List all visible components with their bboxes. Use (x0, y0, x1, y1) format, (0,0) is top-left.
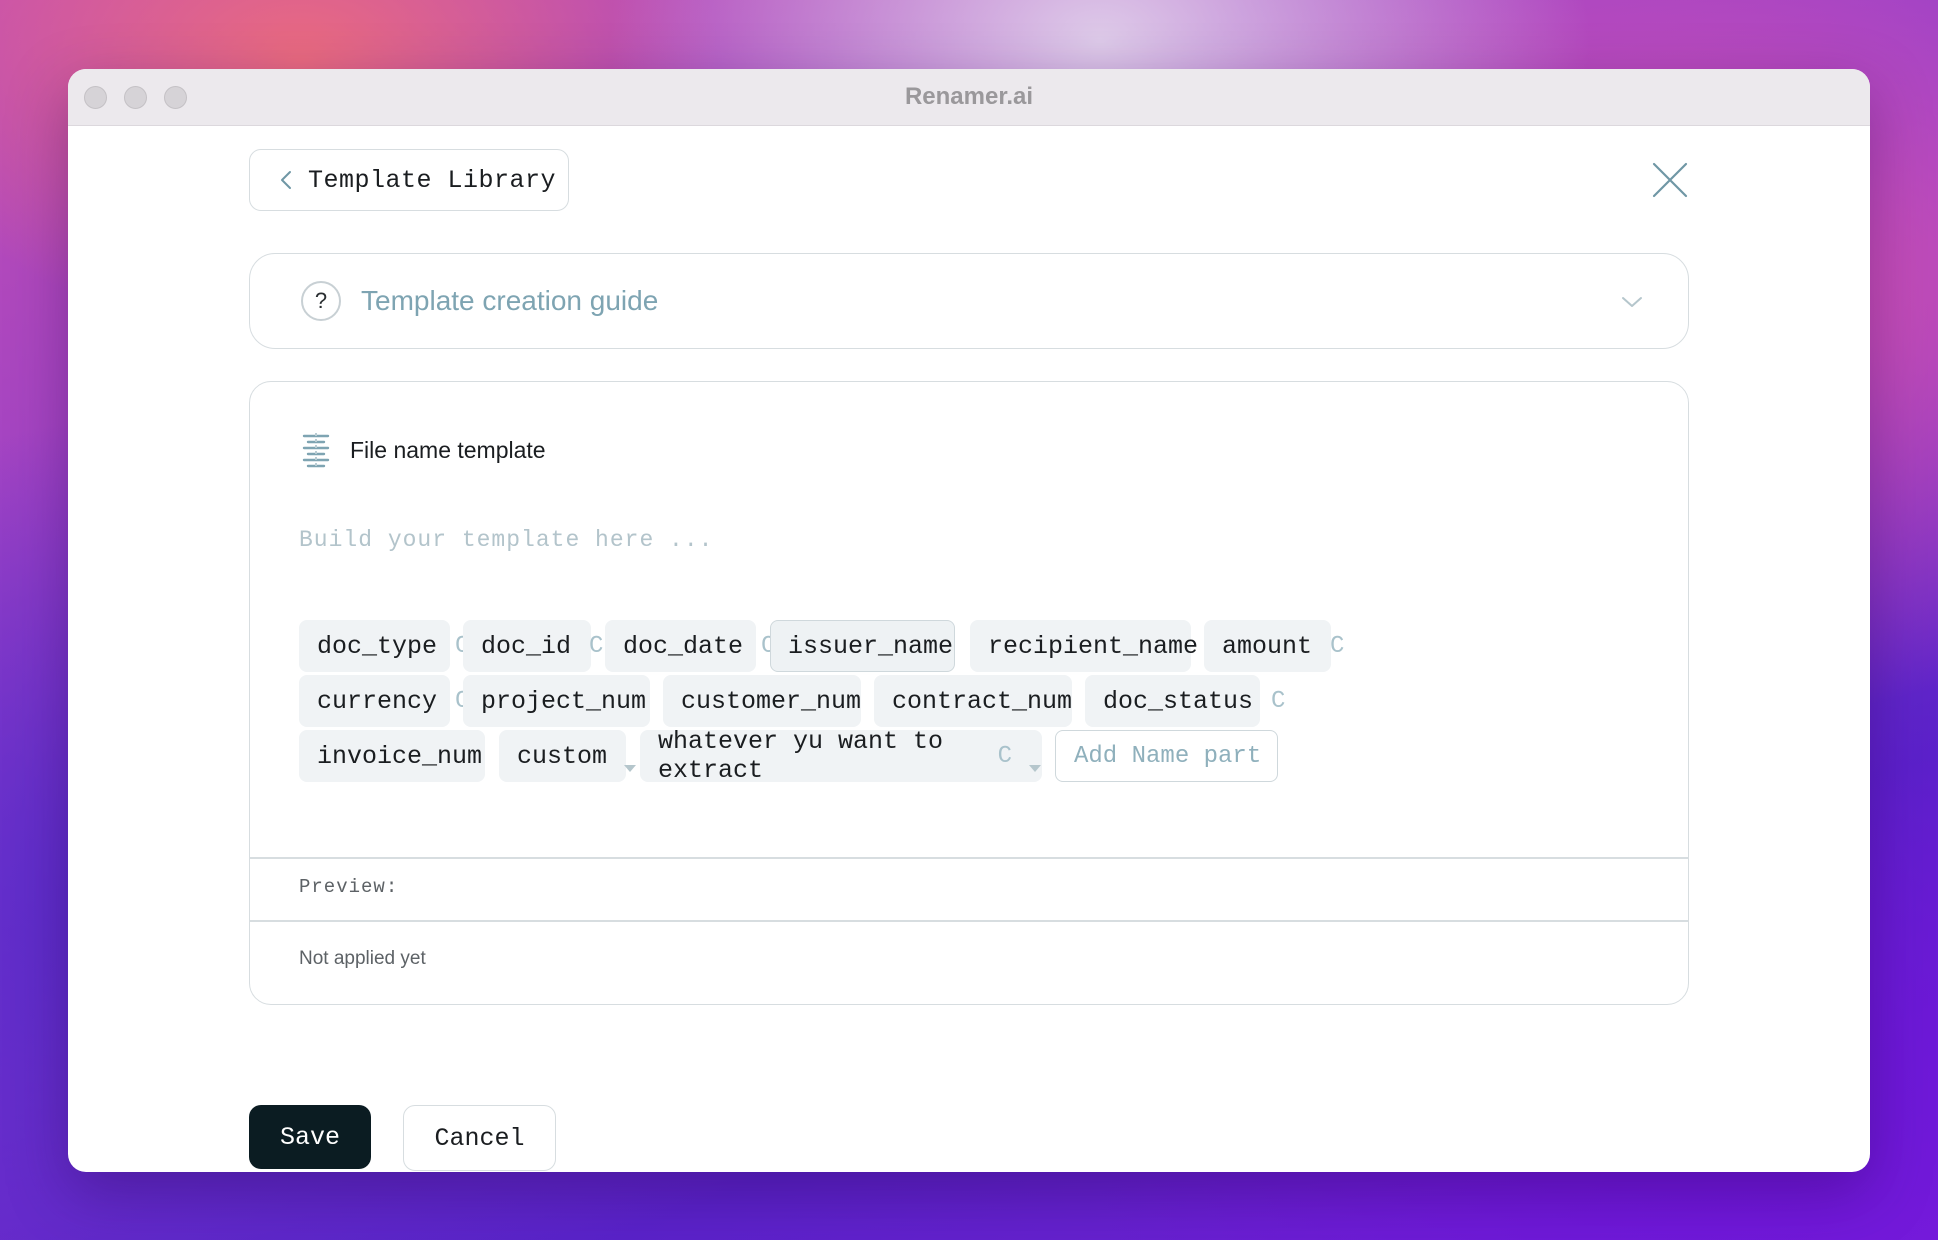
chip-label: whatever yu want to extract (658, 727, 944, 785)
chevron-left-icon (276, 169, 298, 191)
divider (250, 857, 1688, 859)
file-name-template-card: File name template doc_typeC doc_idC doc… (249, 381, 1689, 1005)
chip-marker: C (997, 742, 1012, 770)
chevron-down-icon (1620, 290, 1644, 314)
help-icon: ? (301, 281, 341, 321)
chip-project-num[interactable]: project_numC (463, 675, 678, 727)
chip-amount[interactable]: amount C (1204, 620, 1344, 672)
chip-customer-num[interactable]: customer_numC (663, 675, 893, 727)
chip-label: currency (317, 686, 438, 716)
title-bar: Renamer.ai (68, 69, 1870, 126)
card-title: File name template (350, 436, 546, 463)
chip-marker: C (1271, 687, 1286, 715)
back-button-label: Template Library (308, 165, 557, 195)
chip-label: doc_date (623, 631, 744, 661)
back-to-template-library-button[interactable]: Template Library (249, 149, 569, 211)
preview-label: Preview: (299, 876, 399, 898)
app-window: Renamer.ai Template Library ? Template c… (68, 69, 1870, 1172)
chip-label: customer_num (681, 686, 862, 716)
preview-value: Not applied yet (299, 948, 426, 969)
card-header: File name template (300, 430, 546, 470)
template-icon (300, 430, 332, 470)
chip-label: doc_status (1103, 686, 1254, 716)
chip-label: recipient_name (988, 631, 1199, 661)
chip-currency[interactable]: currencyC (299, 675, 469, 727)
chip-issuer-name[interactable]: issuer_nameC (770, 620, 985, 672)
chip-doc-status[interactable]: doc_status C (1085, 675, 1285, 727)
divider (250, 920, 1688, 922)
chip-label: invoice_num (317, 741, 483, 771)
save-button[interactable]: Save (249, 1105, 371, 1169)
chip-custom-extract[interactable]: whatever yu want to extract C (640, 727, 1042, 785)
chip-recipient-name[interactable]: recipient_nameC (970, 620, 1230, 672)
chip-label: project_num (481, 686, 647, 716)
add-name-part-button[interactable]: Add Name part (1055, 730, 1278, 782)
guide-title: Template creation guide (361, 285, 659, 316)
chip-marker: C (589, 632, 604, 660)
chip-custom[interactable]: custom (499, 730, 637, 782)
chip-invoice-num[interactable]: invoice_numC (299, 730, 514, 782)
chip-label: custom (517, 741, 608, 771)
chip-label: issuer_name (788, 631, 954, 661)
chip-doc-type[interactable]: doc_typeC (299, 620, 469, 672)
chip-label: doc_type (317, 631, 438, 661)
chip-marker: C (1330, 632, 1345, 660)
chip-doc-id[interactable]: doc_id C (463, 620, 603, 672)
window-title: Renamer.ai (904, 83, 1034, 110)
chip-doc-date[interactable]: doc_date C (605, 620, 775, 672)
main-content: Template Library ? Template creation gui… (68, 126, 1870, 1172)
close-icon[interactable] (1650, 160, 1690, 200)
caret-down-icon[interactable] (623, 752, 637, 772)
caret-down-icon[interactable] (1028, 752, 1042, 772)
template-input[interactable] (299, 520, 1199, 560)
template-creation-guide-accordion[interactable]: ? Template creation guide (249, 253, 1689, 349)
chip-label: doc_id (481, 631, 572, 661)
chip-contract-num[interactable]: contract_numC (874, 675, 1104, 727)
cancel-button[interactable]: Cancel (403, 1105, 556, 1171)
chip-label: amount (1222, 631, 1313, 661)
chip-label: contract_num (892, 686, 1073, 716)
